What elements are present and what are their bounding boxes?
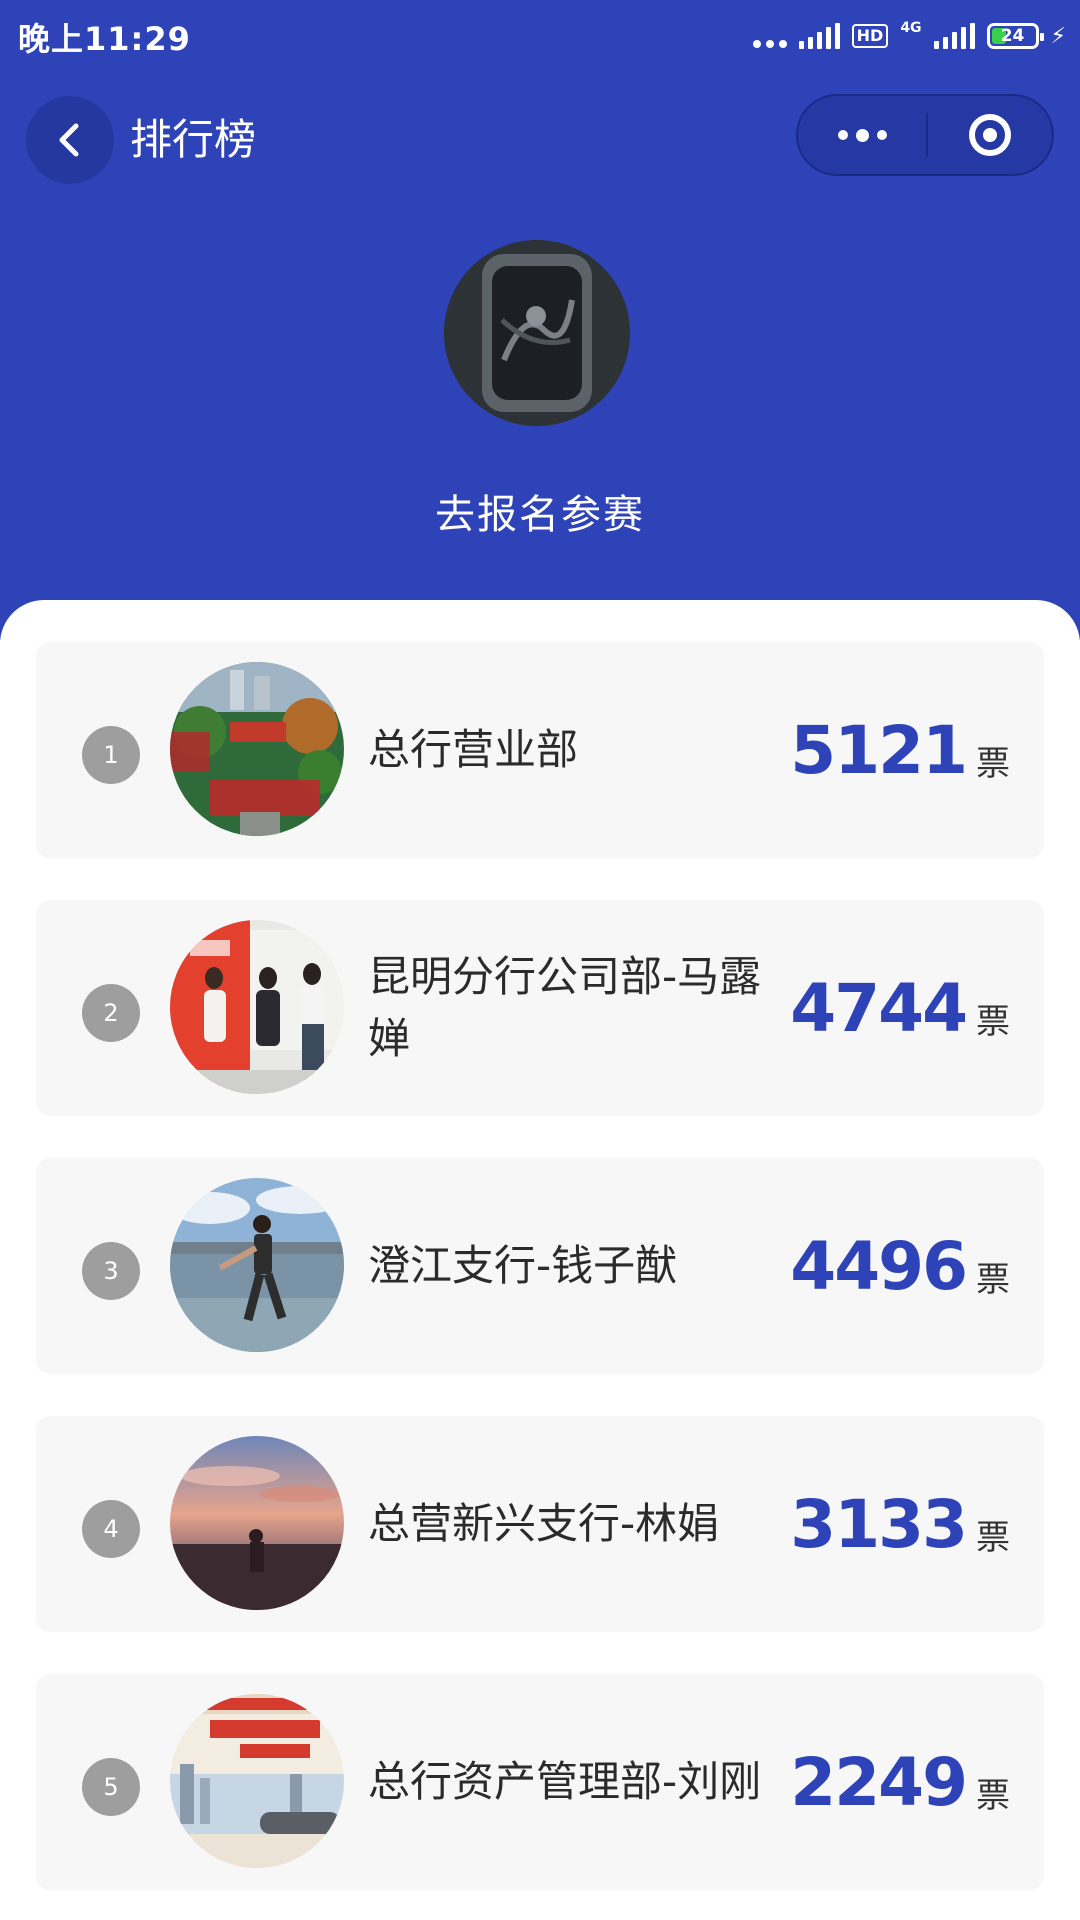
participant-name: 澄江支行-钱子猷 [368,1241,678,1290]
rank-number: 5 [82,1758,140,1816]
close-miniprogram-button[interactable] [928,96,1052,174]
participant-avatar [170,1436,344,1610]
participant-avatar [170,920,344,1094]
vote-unit: 票 [976,743,1010,784]
signal-icon [798,23,840,49]
target-icon [969,114,1011,156]
ranking-item[interactable]: 4 总营新兴支行-林娟 3133 票 [36,1416,1044,1632]
chevron-left-icon [59,123,79,157]
participant-avatar [170,1694,344,1868]
signal-4g-icon [933,23,975,49]
battery-icon: 24 [986,23,1044,49]
rank-number: 3 [82,1242,140,1300]
rank-number: 1 [82,726,140,784]
user-avatar[interactable] [444,240,630,426]
vote-number: 3133 [790,1485,968,1563]
vote-count: 5121 票 [790,642,1010,858]
vote-unit: 票 [976,1001,1010,1042]
participant-avatar [170,662,344,836]
more-signal-icon [752,24,787,48]
vote-count: 3133 票 [790,1416,1010,1632]
participant-name: 总行资产管理部-刘刚 [368,1757,762,1806]
header-background: 晚上11:29 HD 4G 24 ⚡ 排行榜 去报名参赛 [0,0,1080,640]
rank-number: 4 [82,1500,140,1558]
charging-icon: ⚡ [1050,23,1066,49]
ranking-item[interactable]: 1 总行营业部 5121 票 [36,642,1044,858]
vote-number: 4744 [790,969,968,1047]
status-icons: HD 4G 24 ⚡ [752,16,1066,56]
vote-unit: 票 [976,1775,1010,1816]
more-menu-button[interactable] [798,96,926,174]
vote-count: 4744 票 [790,900,1010,1116]
rank-number: 2 [82,984,140,1042]
participant-avatar [170,1178,344,1352]
miniprogram-capsule [796,94,1054,176]
vote-number: 5121 [790,711,968,789]
vote-unit: 票 [976,1517,1010,1558]
battery-level: 24 [1000,26,1025,46]
participant-name: 昆明分行公司部-马露婵 [368,952,762,1063]
network-type: 4G [900,20,922,36]
signup-link[interactable]: 去报名参赛 [0,482,1080,540]
vote-number: 4496 [790,1227,968,1305]
ranking-item[interactable]: 3 澄江支行-钱子猷 4496 票 [36,1158,1044,1374]
vote-unit: 票 [976,1259,1010,1300]
status-time: 晚上11:29 [18,20,191,58]
ranking-item[interactable]: 5 总行资产管理部-刘刚 2249 票 [36,1674,1044,1890]
back-button[interactable] [26,96,114,184]
status-bar: 晚上11:29 HD 4G 24 ⚡ [0,0,1080,72]
participant-name: 总行营业部 [368,725,579,774]
vote-count: 4496 票 [790,1158,1010,1374]
ranking-item[interactable]: 2 昆明分行公司部-马露婵 4744 票 [36,900,1044,1116]
vote-number: 2249 [790,1743,968,1821]
participant-name: 总营新兴支行-林娟 [368,1499,720,1548]
hd-badge: HD [851,24,889,48]
page-title: 排行榜 [130,115,257,164]
vote-count: 2249 票 [790,1674,1010,1890]
